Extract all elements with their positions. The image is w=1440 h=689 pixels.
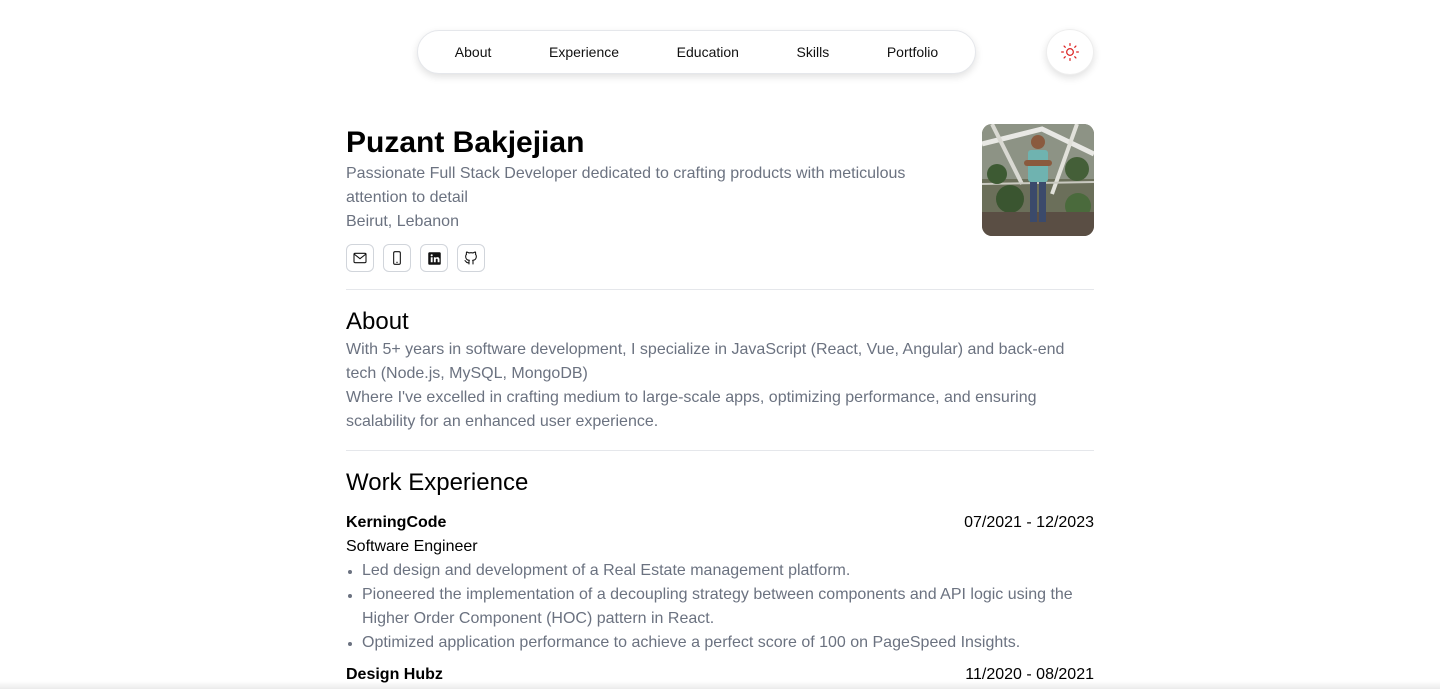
job-company: KerningCode bbox=[346, 514, 447, 531]
work-experience-section: Work Experience KerningCode 07/2021 - 12… bbox=[346, 451, 1094, 687]
theme-toggle-button[interactable] bbox=[1046, 29, 1094, 75]
profile-header: Puzant Bakjejian Passionate Full Stack D… bbox=[346, 124, 1094, 290]
linkedin-icon bbox=[427, 251, 441, 265]
nav-education[interactable]: Education bbox=[667, 38, 749, 66]
job-dates: 07/2021 - 12/2023 bbox=[964, 514, 1094, 531]
nav-about[interactable]: About bbox=[445, 38, 502, 66]
about-title: About bbox=[346, 308, 409, 335]
nav-experience[interactable]: Experience bbox=[539, 38, 629, 66]
phone-link[interactable] bbox=[383, 244, 411, 272]
bottom-shadow bbox=[0, 681, 1440, 689]
email-link[interactable] bbox=[346, 244, 374, 272]
about-paragraph: With 5+ years in software development, I… bbox=[346, 341, 1065, 382]
nav-skills[interactable]: Skills bbox=[787, 38, 840, 66]
profile-tagline: Passionate Full Stack Developer dedicate… bbox=[346, 165, 906, 206]
job-entry: KerningCode 07/2021 - 12/2023 Software E… bbox=[346, 511, 1094, 655]
social-links bbox=[346, 244, 1094, 272]
job-bullet: Pioneered the implementation of a decoup… bbox=[362, 583, 1094, 631]
profile-photo bbox=[982, 124, 1094, 236]
sun-icon bbox=[1061, 43, 1079, 61]
phone-icon bbox=[393, 251, 401, 265]
about-paragraph: Where I've excelled in crafting medium t… bbox=[346, 389, 1037, 430]
mail-icon bbox=[353, 252, 367, 264]
job-role: Software Engineer bbox=[346, 538, 478, 555]
job-bullet: Led design and development of a Real Est… bbox=[362, 559, 1094, 583]
main-content: Puzant Bakjejian Passionate Full Stack D… bbox=[346, 124, 1094, 687]
github-icon bbox=[464, 251, 477, 265]
nav-portfolio[interactable]: Portfolio bbox=[877, 38, 948, 66]
linkedin-link[interactable] bbox=[420, 244, 448, 272]
job-bullets: Led design and development of a Real Est… bbox=[346, 559, 1094, 655]
about-section: About With 5+ years in software developm… bbox=[346, 290, 1094, 451]
github-link[interactable] bbox=[457, 244, 485, 272]
job-bullet: Optimized application performance to ach… bbox=[362, 631, 1094, 655]
work-title: Work Experience bbox=[346, 469, 529, 496]
top-navigation: About Experience Education Skills Portfo… bbox=[417, 30, 976, 74]
